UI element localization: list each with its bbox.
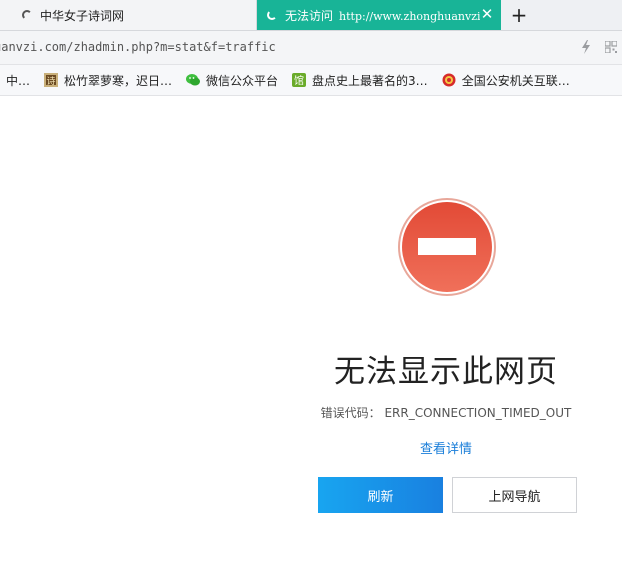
bookmark-label: 中… — [6, 73, 31, 88]
svg-text:诗: 诗 — [47, 76, 56, 87]
tab-title: 无法访问 http://www.zhonghuanvzi — [285, 7, 480, 24]
police-badge-icon — [442, 73, 456, 87]
bookmark-item[interactable]: 微信公众平台 — [186, 72, 278, 89]
poem-icon: 诗 — [44, 73, 59, 87]
close-icon[interactable]: ✕ — [479, 6, 495, 22]
address-bar[interactable]: uanvzi.com/zhadmin.php?m=stat&f=traffic — [0, 31, 622, 65]
navigation-button[interactable]: 上网导航 — [452, 477, 577, 513]
error-code-label: 错误代码： — [320, 406, 381, 420]
url-text[interactable]: uanvzi.com/zhadmin.php?m=stat&f=traffic — [0, 40, 276, 54]
bookmark-item[interactable]: 诗 松竹翠萝寒，迟日… — [44, 72, 172, 89]
view-details-link[interactable]: 查看详情 — [396, 438, 496, 457]
lightning-icon[interactable] — [580, 40, 592, 54]
bookmark-label: 盘点史上最著名的3… — [312, 73, 428, 88]
bookmarks-bar: 中… 诗 松竹翠萝寒，迟日… 微信公众平台 馆 盘点史上最著名的3… 全国公安机… — [0, 65, 622, 96]
loading-spinner-icon — [22, 10, 32, 20]
tab-title-text: 无法访问 — [285, 8, 334, 23]
bookmark-item[interactable]: 中… — [6, 72, 30, 89]
bookmark-item[interactable]: 馆 盘点史上最著名的3… — [292, 72, 428, 89]
tab-title-url: http://www.zhonghuanvzi — [339, 9, 480, 23]
tab-bar: 中华女子诗词网 无法访问 http://www.zhonghuanvzi ✕ + — [0, 0, 622, 31]
bookmark-item[interactable]: 全国公安机关互联… — [442, 72, 570, 89]
error-code: 错误代码： ERR_CONNECTION_TIMED_OUT — [290, 404, 602, 421]
svg-text:馆: 馆 — [294, 74, 304, 87]
loading-spinner-icon — [267, 10, 277, 20]
tab-title: 中华女子诗词网 — [40, 8, 125, 23]
tab-active[interactable]: 无法访问 http://www.zhonghuanvzi ✕ — [257, 0, 501, 30]
green-box-icon: 馆 — [292, 73, 307, 87]
bookmark-label: 松竹翠萝寒，迟日… — [64, 73, 173, 88]
plus-icon[interactable]: + — [508, 4, 530, 26]
bookmark-label: 微信公众平台 — [206, 73, 279, 88]
wechat-icon — [186, 74, 201, 86]
tab-inactive[interactable]: 中华女子诗词网 — [0, 0, 257, 30]
qr-code-icon[interactable] — [605, 41, 617, 53]
refresh-button[interactable]: 刷新 — [318, 477, 443, 513]
bookmark-label: 全国公安机关互联… — [461, 73, 570, 88]
blocked-icon — [398, 198, 496, 296]
error-title: 无法显示此网页 — [334, 354, 558, 390]
error-code-value: ERR_CONNECTION_TIMED_OUT — [384, 406, 572, 420]
